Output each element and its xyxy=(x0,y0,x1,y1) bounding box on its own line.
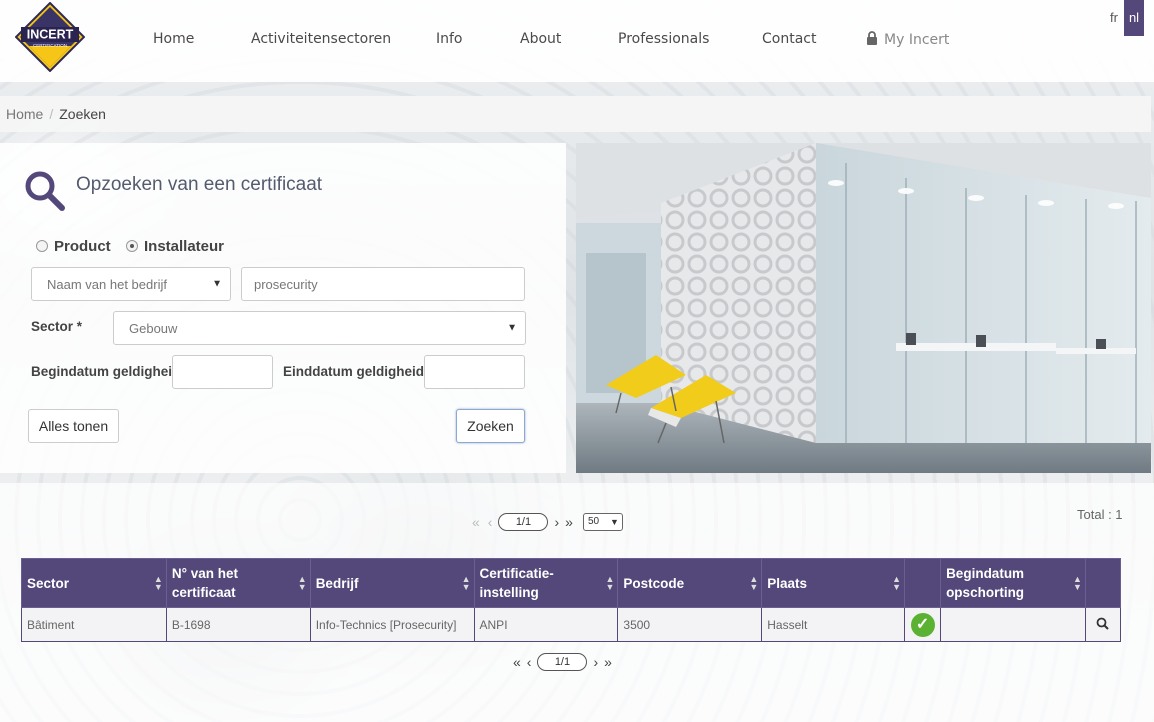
svg-text:CERTIFICATION: CERTIFICATION xyxy=(33,43,67,48)
search-magnifier-icon xyxy=(25,171,65,211)
per-page-select[interactable]: 50 xyxy=(582,513,623,531)
search-query-value: prosecurity xyxy=(254,276,318,292)
col-certificate-no[interactable]: N° van het certificaat ▲ ▼ xyxy=(165,558,311,608)
search-title: Opzoeken van een certificaat xyxy=(76,174,323,195)
office-photo xyxy=(576,143,1151,473)
page-indicator[interactable]: 1/1 xyxy=(498,513,549,531)
col-company[interactable]: Bedrijf ▲ ▼ xyxy=(309,558,475,608)
next-page-icon[interactable]: › xyxy=(593,654,598,670)
breadcrumb-separator: / xyxy=(49,106,54,122)
nav-info[interactable]: Info xyxy=(436,31,463,47)
col-suspension-start[interactable]: Begindatum opschorting ▲ ▼ xyxy=(940,558,1086,608)
lang-nl[interactable]: nl xyxy=(1124,0,1144,36)
prev-page-icon[interactable]: ‹ xyxy=(488,514,493,530)
search-button[interactable]: Zoeken xyxy=(456,409,525,443)
radio-installer-dot[interactable] xyxy=(126,240,138,252)
nav-my-incert[interactable]: My Incert xyxy=(866,31,949,48)
radio-product-dot[interactable] xyxy=(36,240,48,252)
cell-postcode: 3500 xyxy=(617,607,763,642)
sort-icon: ▲ ▼ xyxy=(892,574,902,592)
sector-select[interactable]: Gebouw ▼ xyxy=(113,311,526,345)
pager-top: « ‹ 1/1 › » 50 xyxy=(472,513,623,531)
search-type-value: Naam van het bedrijf xyxy=(47,276,167,292)
col-cert-body[interactable]: Certificatie-instelling ▲ ▼ xyxy=(473,558,619,608)
radio-product[interactable]: Product xyxy=(36,238,111,255)
lang-fr[interactable]: fr xyxy=(1104,0,1124,36)
radio-installer-label: Installateur xyxy=(144,238,225,255)
prev-page-icon[interactable]: ‹ xyxy=(527,654,532,670)
col-sector[interactable]: Sector ▲ ▼ xyxy=(21,558,167,608)
cell-cert-body: ANPI xyxy=(473,607,619,642)
sector-label: Sector * xyxy=(31,319,83,334)
dropdown-arrow-icon: ▼ xyxy=(507,322,517,334)
last-page-icon[interactable]: » xyxy=(604,654,612,670)
total-count: Total : 1 xyxy=(1077,507,1123,522)
search-query-input[interactable]: prosecurity xyxy=(241,267,525,301)
cell-status: ✓ xyxy=(904,607,942,642)
col-status xyxy=(904,558,942,608)
sort-icon: ▲ ▼ xyxy=(605,574,615,592)
sort-icon: ▲ ▼ xyxy=(1073,574,1082,592)
start-date-input[interactable] xyxy=(172,355,273,389)
sort-icon: ▲ ▼ xyxy=(461,574,471,592)
sector-value: Gebouw xyxy=(129,320,178,336)
cell-certificate-no: B-1698 xyxy=(165,607,311,642)
sort-icon: ▲ ▼ xyxy=(153,574,163,592)
lock-icon xyxy=(867,31,877,45)
cell-suspension-start xyxy=(940,607,1086,642)
nav-activity-sectors[interactable]: Activiteitensectoren xyxy=(251,31,391,47)
last-page-icon[interactable]: » xyxy=(565,514,573,530)
cell-sector: Bâtiment xyxy=(21,607,167,642)
svg-text:INCERT: INCERT xyxy=(27,28,74,42)
next-page-icon[interactable]: › xyxy=(554,514,559,530)
site-header: INCERT CERTIFICATION Home Activiteitense… xyxy=(0,0,1154,82)
valid-check-icon: ✓ xyxy=(910,612,935,637)
cell-city: Hasselt xyxy=(761,607,906,642)
radio-product-label: Product xyxy=(54,238,111,255)
cell-company: Info-Technics [Prosecurity] xyxy=(309,607,475,642)
nav-home[interactable]: Home xyxy=(153,31,194,47)
sort-icon: ▲ ▼ xyxy=(297,574,307,592)
col-actions xyxy=(1084,558,1122,608)
cell-action[interactable] xyxy=(1084,607,1122,642)
nav-my-incert-label: My Incert xyxy=(884,32,950,48)
nav-professionals[interactable]: Professionals xyxy=(618,31,709,47)
search-type-select[interactable]: Naam van het bedrijf ▼ xyxy=(31,267,231,301)
table-row[interactable]: Bâtiment B-1698 Info-Technics [Prosecuri… xyxy=(21,607,1122,642)
dropdown-arrow-icon: ▼ xyxy=(212,278,222,290)
incert-logo[interactable]: INCERT CERTIFICATION xyxy=(15,2,85,72)
view-details-search-icon[interactable] xyxy=(1096,617,1110,630)
col-postcode[interactable]: Postcode ▲ ▼ xyxy=(617,558,763,608)
col-city[interactable]: Plaats ▲ ▼ xyxy=(761,558,906,608)
breadcrumb-current: Zoeken xyxy=(59,106,106,122)
nav-contact[interactable]: Contact xyxy=(762,31,816,47)
breadcrumb-home[interactable]: Home xyxy=(6,106,43,122)
results-table: Sector ▲ ▼ N° van het certificaat ▲ ▼ Bedrijf… xyxy=(21,558,1122,642)
nav-about[interactable]: About xyxy=(520,31,561,47)
end-date-input[interactable] xyxy=(424,355,525,389)
pager-bottom: « ‹ 1/1 › » xyxy=(513,653,612,671)
radio-installer[interactable]: Installateur xyxy=(126,238,224,255)
breadcrumb: Home / Zoeken xyxy=(0,96,1151,132)
page-indicator[interactable]: 1/1 xyxy=(537,653,588,671)
first-page-icon[interactable]: « xyxy=(513,654,521,670)
first-page-icon[interactable]: « xyxy=(472,514,480,530)
show-all-button[interactable]: Alles tonen xyxy=(28,409,119,443)
end-date-label: Einddatum geldigheid xyxy=(283,364,424,379)
start-date-label: Begindatum geldigheid xyxy=(31,364,181,379)
sort-icon: ▲ ▼ xyxy=(749,574,759,592)
